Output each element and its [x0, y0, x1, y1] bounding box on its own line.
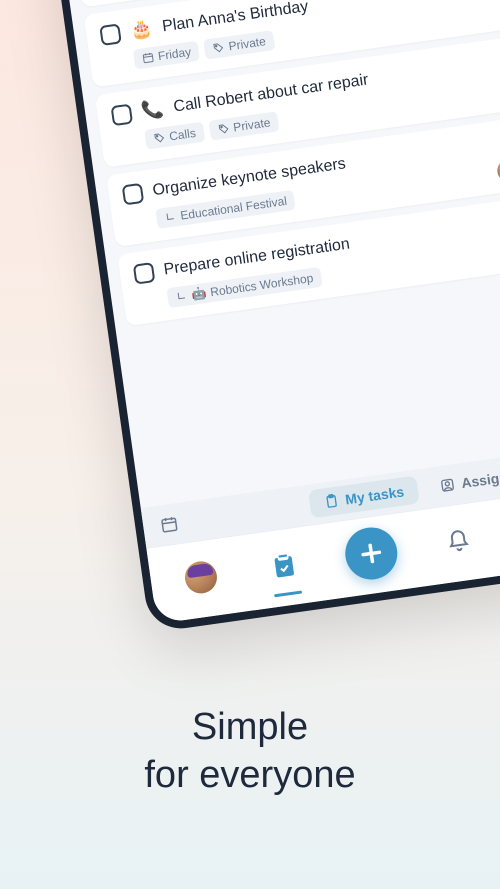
project-emoji: 🤖 [191, 286, 208, 302]
task-list: ✈️Book a flight to New YorkToday🎂Plan An… [59, 0, 500, 508]
label-tag[interactable]: Calls [144, 122, 205, 150]
nav-tasks[interactable] [259, 541, 309, 591]
date-tag-label: Friday [157, 45, 192, 64]
tag-icon [217, 122, 231, 136]
calendar-icon [159, 514, 179, 534]
task-checkbox[interactable] [110, 103, 133, 126]
calendar-icon [141, 51, 155, 65]
label-tag[interactable]: Private [208, 111, 279, 140]
tab-assigned-label: Assigned [460, 467, 500, 492]
add-task-button[interactable] [342, 524, 401, 583]
tab-my-tasks-label: My tasks [344, 483, 405, 507]
tagline-line-1: Simple [0, 704, 500, 752]
task-emoji: 📞 [140, 98, 165, 122]
label-tag-text: Private [232, 115, 271, 134]
person-icon [438, 476, 456, 494]
nav-profile[interactable] [176, 553, 226, 603]
clipboard-check-icon [269, 551, 298, 580]
task-emoji: 🎂 [129, 18, 154, 42]
clipboard-icon [322, 492, 340, 510]
avatar [183, 559, 219, 595]
nav-notifications[interactable] [434, 516, 484, 566]
phone-frame: ✈️Book a flight to New YorkToday🎂Plan An… [50, 0, 500, 633]
task-checkbox[interactable] [99, 23, 122, 46]
tagline: Simple for everyone [0, 704, 500, 799]
subtask-icon [175, 290, 189, 304]
plus-icon [355, 538, 387, 570]
bell-icon [445, 528, 472, 555]
label-tag-text: Private [228, 34, 267, 53]
task-checkbox[interactable] [133, 262, 156, 285]
tagline-line-2: for everyone [0, 752, 500, 800]
tag-icon [153, 131, 167, 145]
date-tag[interactable]: Friday [133, 41, 200, 70]
tag-icon [212, 41, 226, 55]
label-tag[interactable]: Private [204, 30, 275, 59]
project-name: Robotics Workshop [209, 271, 314, 299]
subtask-icon [164, 210, 178, 224]
task-checkbox[interactable] [122, 183, 145, 206]
label-tag-text: Calls [168, 126, 196, 144]
project-name: Educational Festival [179, 194, 287, 223]
phone-screen: ✈️Book a flight to New YorkToday🎂Plan An… [59, 0, 500, 624]
calendar-filter-button[interactable] [153, 508, 185, 540]
